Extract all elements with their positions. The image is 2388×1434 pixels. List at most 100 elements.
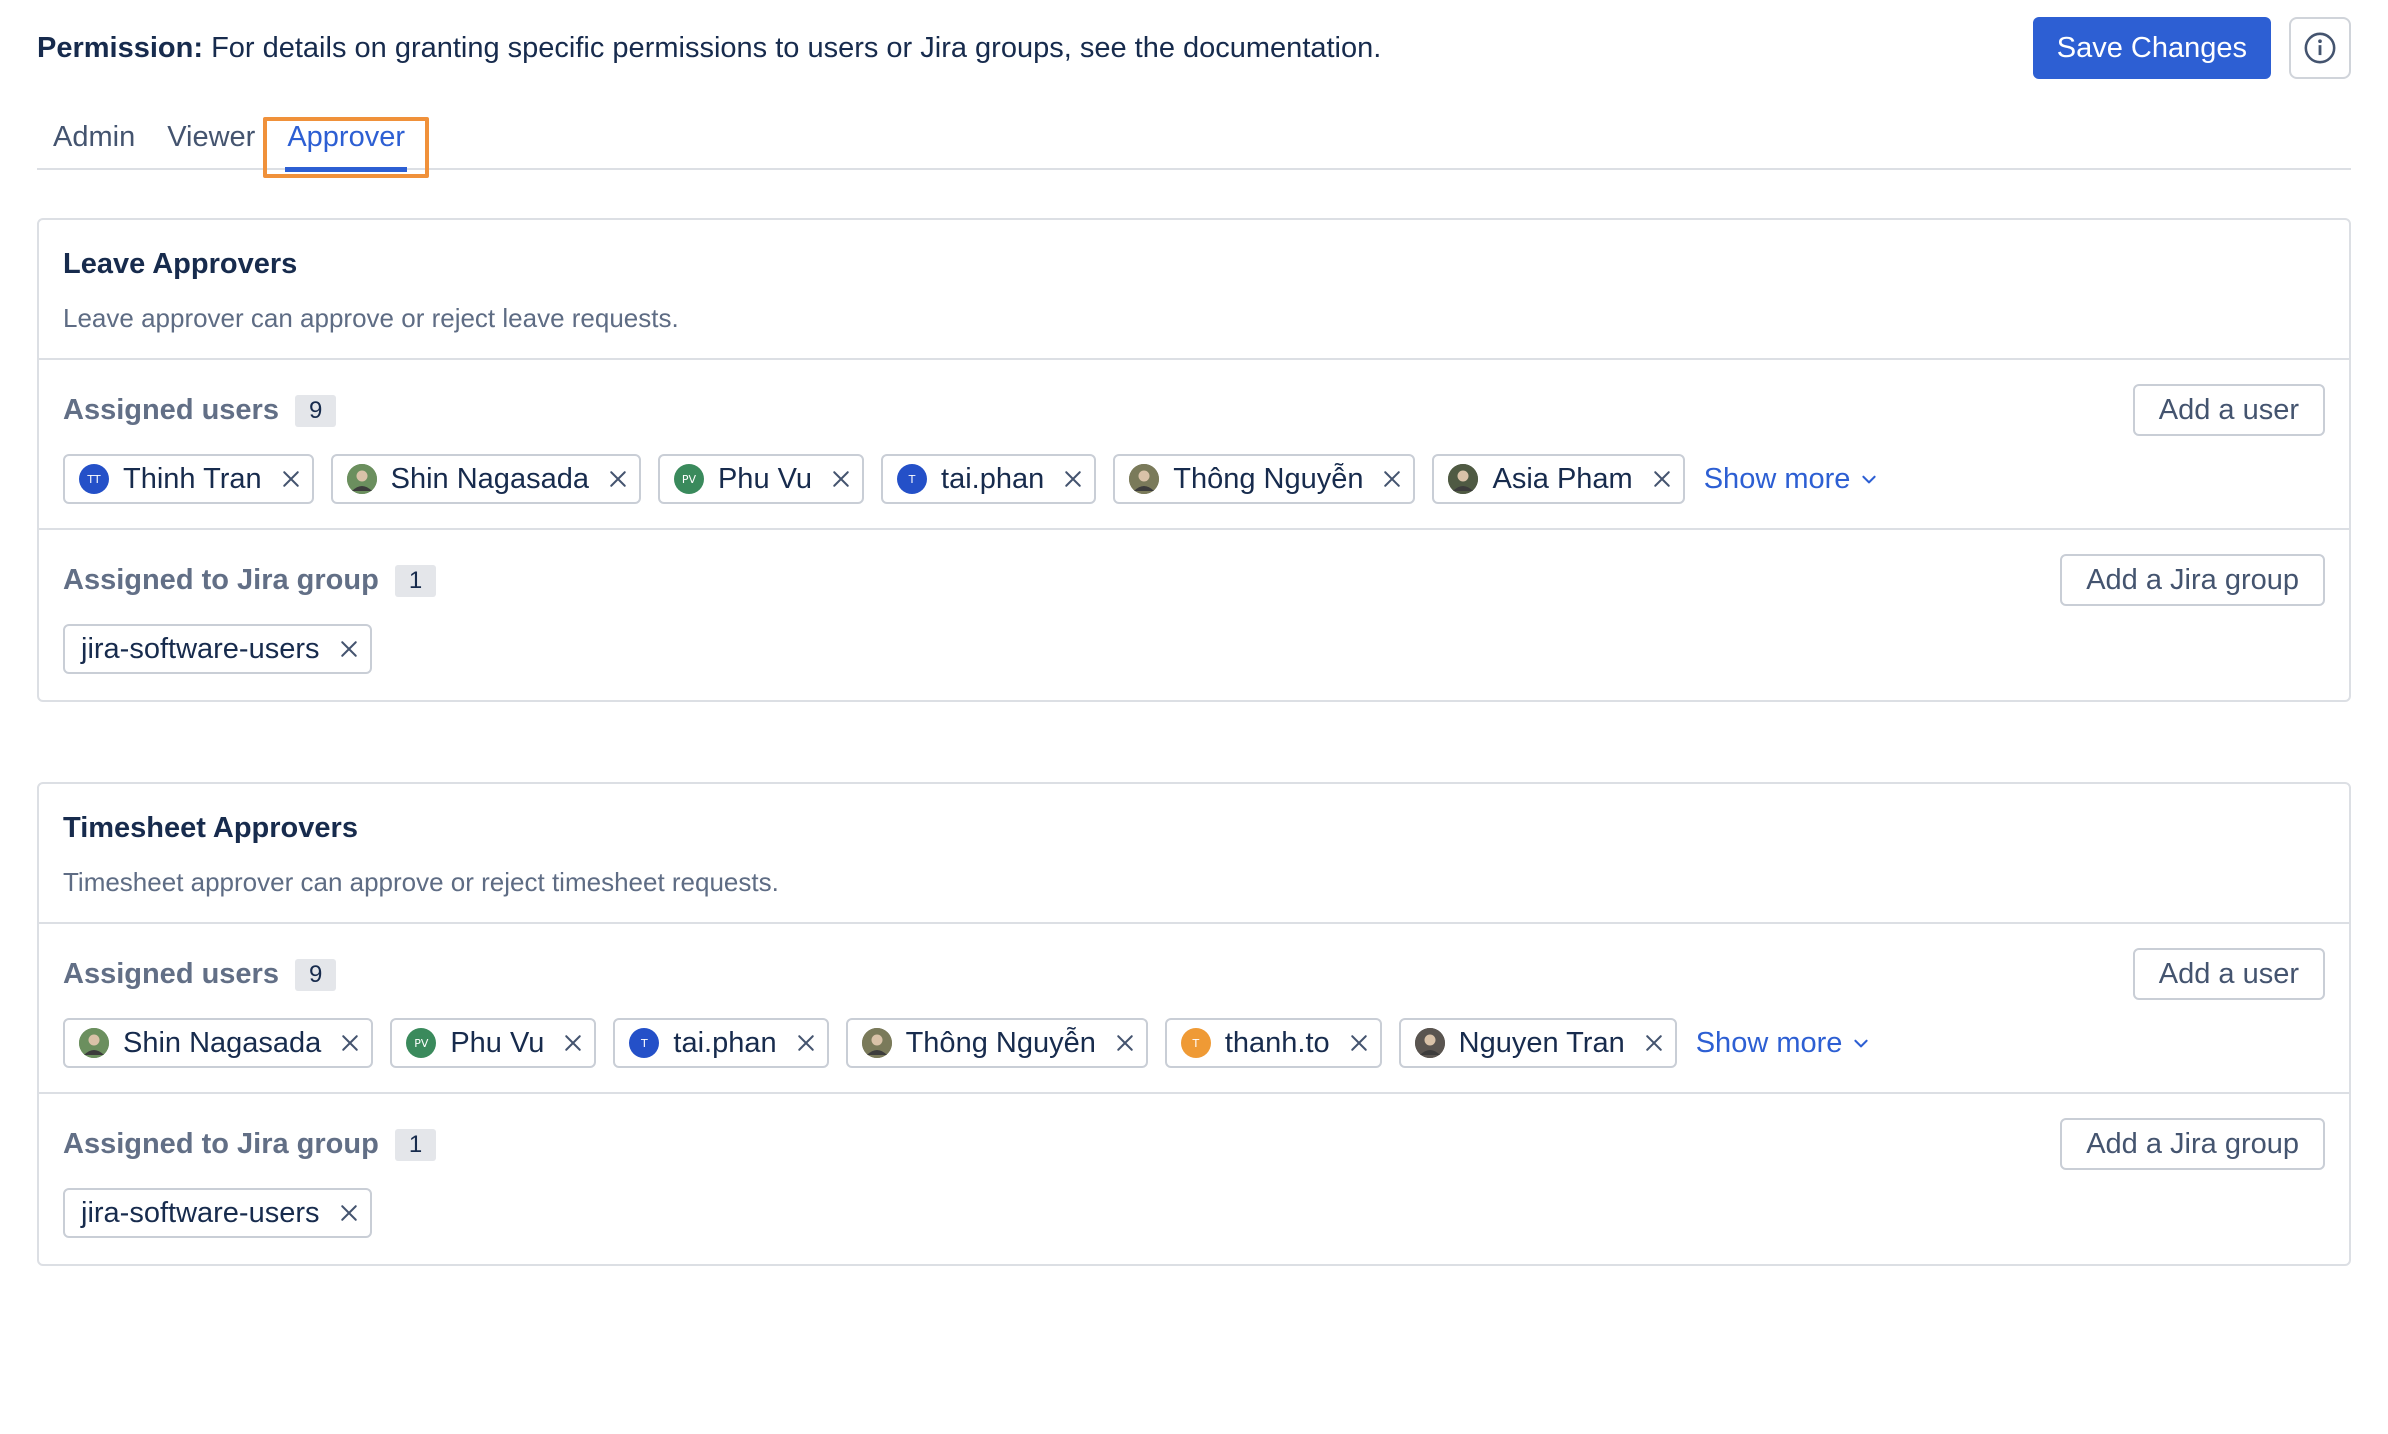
add-user-button[interactable]: Add a user [2132, 384, 2325, 436]
assigned-groups-heading: Assigned to Jira group 1 [63, 1128, 437, 1161]
user-chip: Shin Nagasada [63, 1018, 374, 1068]
user-chip: PV Phu Vu [390, 1018, 597, 1068]
remove-user-icon[interactable] [282, 470, 300, 488]
remove-user-icon[interactable] [564, 1034, 582, 1052]
user-name: Phu Vu [717, 462, 813, 495]
user-chip: Thông Nguyễn [1113, 454, 1416, 504]
user-chip: Nguyen Tran [1398, 1018, 1677, 1068]
remove-user-icon[interactable] [797, 1034, 815, 1052]
section-label: Assigned users [63, 958, 279, 990]
info-icon [2304, 32, 2336, 64]
count-badge: 9 [294, 958, 337, 991]
card-description: Leave approver can approve or reject lea… [63, 303, 679, 333]
card-header: Timesheet Approvers Timesheet approver c… [39, 784, 2349, 924]
add-jira-group-button[interactable]: Add a Jira group [2060, 1118, 2325, 1170]
avatar [1129, 464, 1160, 494]
remove-user-icon[interactable] [1383, 470, 1401, 488]
remove-user-icon[interactable] [341, 1034, 359, 1052]
show-more-label: Show more [1703, 462, 1851, 495]
avatar-initials: T [1192, 1036, 1200, 1050]
remove-user-icon[interactable] [1064, 470, 1082, 488]
avatar: TT [79, 464, 109, 494]
user-chip: PV Phu Vu [657, 454, 865, 504]
count-badge: 9 [294, 394, 337, 427]
count-badge: 1 [394, 564, 437, 597]
section-label: Assigned users [63, 394, 279, 426]
page-header: Permission: For details on granting spec… [37, 17, 2351, 79]
group-chip: jira-software-users [63, 624, 372, 674]
user-chip-list: TT Thinh Tran Shin Nagasada PV Phu Vu Ttai.ph… [63, 454, 1878, 504]
assigned-users-section: Assigned users 9 Add a user Shin Nagasad… [39, 924, 2349, 1094]
assigned-groups-section: Assigned to Jira group 1 Add a Jira grou… [39, 530, 2349, 700]
assigned-users-section: Assigned users 9 Add a user TT Thinh Tran… [39, 360, 2349, 530]
tab-viewer[interactable]: Viewer [151, 121, 271, 168]
avatar [861, 1028, 892, 1058]
avatar: T [897, 464, 928, 494]
save-changes-button[interactable]: Save Changes [2032, 17, 2271, 79]
avatar: T [629, 1028, 660, 1058]
active-tab-indicator [285, 167, 407, 172]
tab-admin[interactable]: Admin [37, 121, 151, 168]
remove-user-icon[interactable] [1645, 1034, 1663, 1052]
user-name: Asia Pham [1492, 462, 1633, 495]
user-name: tai.phan [941, 462, 1045, 495]
remove-user-icon[interactable] [1350, 1034, 1368, 1052]
user-chip: TT Thinh Tran [63, 454, 314, 504]
tab-approver[interactable]: Approver [263, 117, 429, 178]
card-title: Leave Approvers [63, 248, 298, 280]
user-name: Shin Nagasada [390, 462, 589, 495]
permission-notice: Permission: For details on granting spec… [37, 32, 2033, 65]
avatar [1448, 464, 1479, 494]
remove-group-icon[interactable] [340, 640, 358, 658]
group-chip: jira-software-users [63, 1188, 372, 1238]
add-user-button[interactable]: Add a user [2132, 948, 2325, 1000]
assigned-users-heading: Assigned users 9 [63, 958, 337, 991]
tab-label: Approver [287, 121, 405, 153]
user-chip: Tthanh.to [1164, 1018, 1382, 1068]
user-chip: Ttai.phan [881, 454, 1097, 504]
chevron-down-icon [1850, 470, 1878, 488]
group-name: jira-software-users [81, 1196, 320, 1229]
section-label: Assigned to Jira group [63, 564, 379, 596]
tab-label: Viewer [167, 121, 256, 153]
count-badge: 1 [394, 1128, 437, 1161]
avatar-initials: PV [681, 472, 697, 486]
remove-group-icon[interactable] [340, 1204, 358, 1222]
avatar: PV [673, 464, 704, 494]
user-chip: Ttai.phan [613, 1018, 829, 1068]
avatar-initials: PV [414, 1036, 429, 1050]
user-name: Shin Nagasada [123, 1026, 322, 1059]
user-name: Thông Nguyễn [905, 1026, 1096, 1059]
show-more-link[interactable]: Show more [1696, 1027, 1871, 1060]
avatar: T [1180, 1028, 1211, 1058]
assigned-groups-heading: Assigned to Jira group 1 [63, 564, 437, 597]
group-chip-list: jira-software-users [63, 624, 372, 674]
show-more-link[interactable]: Show more [1704, 463, 1879, 496]
leave-approvers-card: Leave Approvers Leave approver can appro… [37, 218, 2351, 702]
timesheet-approvers-card: Timesheet Approvers Timesheet approver c… [37, 782, 2351, 1266]
user-chip: Thông Nguyễn [845, 1018, 1148, 1068]
permission-text: For details on granting specific permiss… [211, 31, 1382, 64]
remove-user-icon[interactable] [609, 470, 627, 488]
user-name: Thông Nguyễn [1173, 462, 1364, 495]
avatar-initials: T [641, 1036, 648, 1050]
remove-user-icon[interactable] [832, 470, 850, 488]
remove-user-icon[interactable] [1116, 1034, 1134, 1052]
avatar-initials: T [908, 472, 916, 486]
info-button[interactable] [2289, 17, 2351, 79]
user-name: Thinh Tran [123, 462, 262, 495]
assigned-users-heading: Assigned users 9 [63, 394, 337, 427]
remove-user-icon[interactable] [1653, 470, 1671, 488]
avatar: PV [406, 1028, 437, 1058]
add-jira-group-button[interactable]: Add a Jira group [2060, 554, 2325, 606]
user-name: thanh.to [1224, 1026, 1330, 1059]
permission-label: Permission: [37, 31, 203, 64]
user-name: Nguyen Tran [1458, 1026, 1625, 1059]
avatar [346, 464, 377, 494]
user-chip: Asia Pham [1432, 454, 1685, 504]
card-description: Timesheet approver can approve or reject… [63, 867, 779, 897]
group-name: jira-software-users [81, 632, 320, 665]
group-chip-list: jira-software-users [63, 1188, 372, 1238]
avatar [1414, 1028, 1445, 1058]
tab-label: Admin [53, 121, 136, 153]
